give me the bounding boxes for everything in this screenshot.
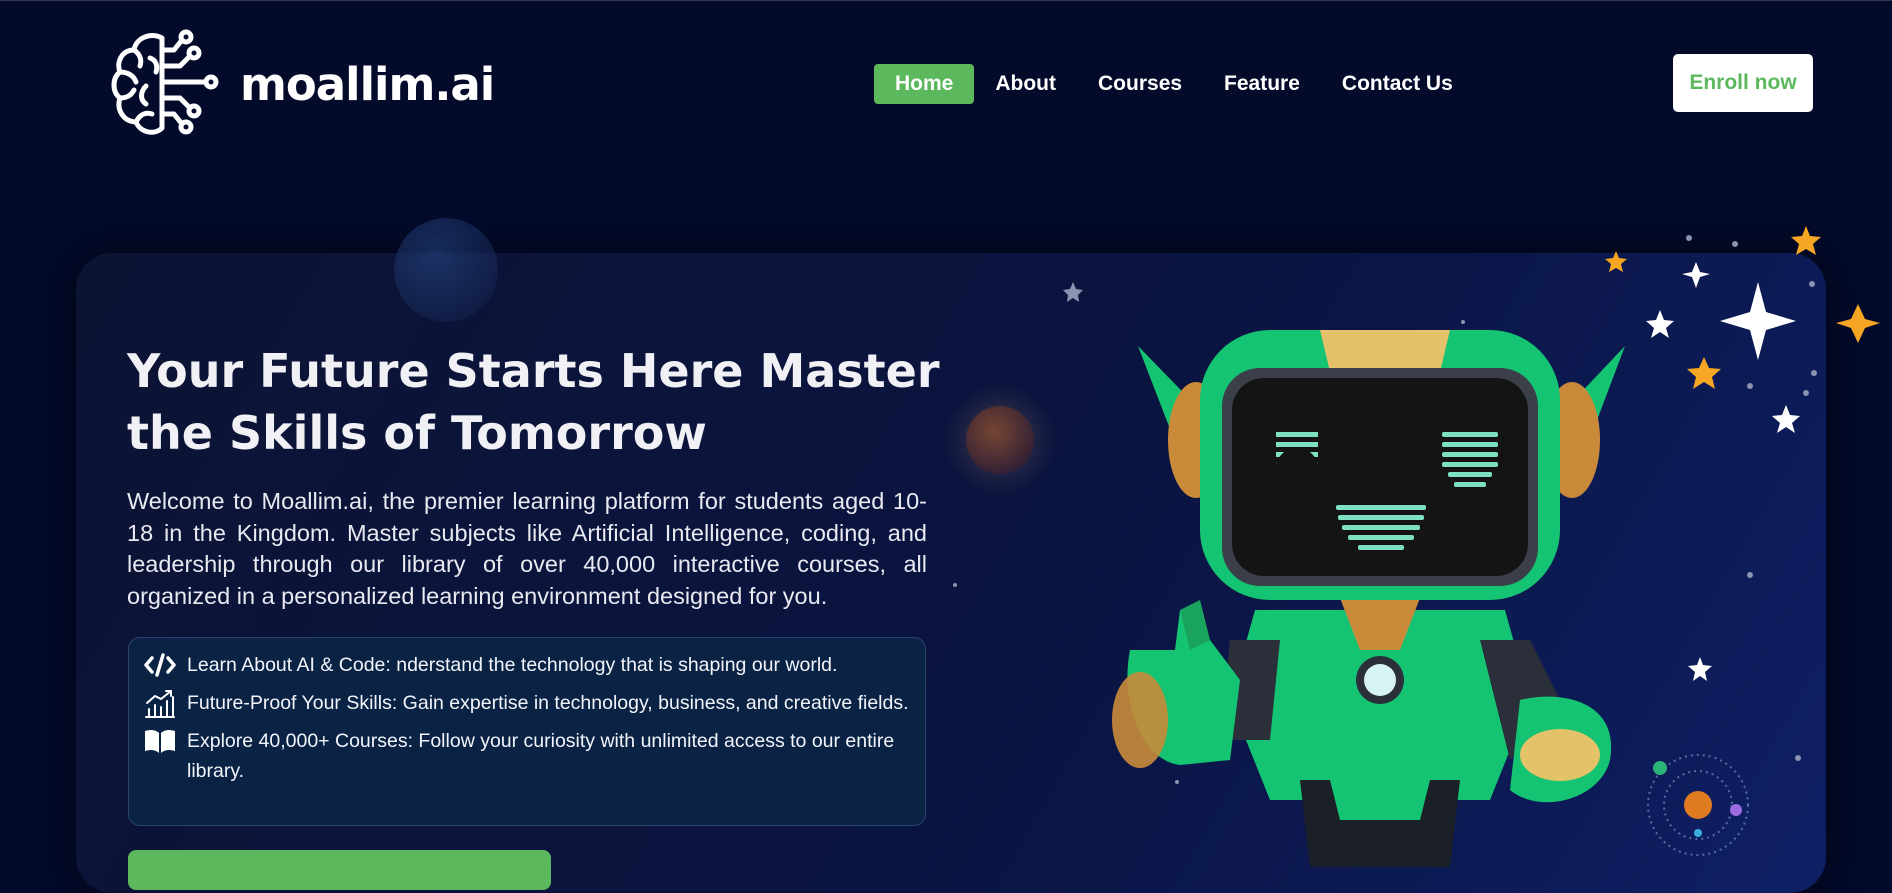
nav-contact-us[interactable]: Contact Us (1321, 64, 1474, 104)
features-list: Learn About AI & Code: nderstand the tec… (128, 637, 926, 826)
feature-text: Explore 40,000+ Courses: Follow your cur… (187, 730, 895, 782)
brain-circuit-icon (111, 29, 219, 135)
open-book-icon (143, 726, 177, 756)
feature-item: Learn About AI & Code: nderstand the tec… (143, 650, 911, 680)
hero-title: Your Future Starts Here Master the Skill… (127, 344, 940, 460)
feature-item: Future-Proof Your Skills: Gain expertise… (143, 688, 911, 718)
site-header: moallim.ai Home About Courses Feature Co… (0, 0, 1892, 170)
nav-courses[interactable]: Courses (1077, 64, 1203, 104)
code-icon (143, 650, 177, 680)
get-started-button[interactable] (128, 850, 551, 890)
feature-item: Explore 40,000+ Courses: Follow your cur… (143, 726, 911, 786)
brand-logo[interactable]: moallim.ai (110, 28, 495, 140)
feature-text: Learn About AI & Code: nderstand the tec… (187, 654, 838, 676)
enroll-now-button[interactable]: Enroll now (1673, 54, 1813, 112)
main-nav: Home About Courses Feature Contact Us (874, 64, 1474, 104)
nav-feature[interactable]: Feature (1203, 64, 1321, 104)
brand-name: moallim.ai (240, 57, 495, 111)
hero-description: Welcome to Moallim.ai, the premier learn… (127, 488, 927, 609)
feature-text: Future-Proof Your Skills: Gain expertise… (187, 692, 909, 714)
nav-home[interactable]: Home (874, 64, 975, 104)
nav-about[interactable]: About (974, 64, 1077, 104)
growth-chart-icon (143, 688, 177, 718)
